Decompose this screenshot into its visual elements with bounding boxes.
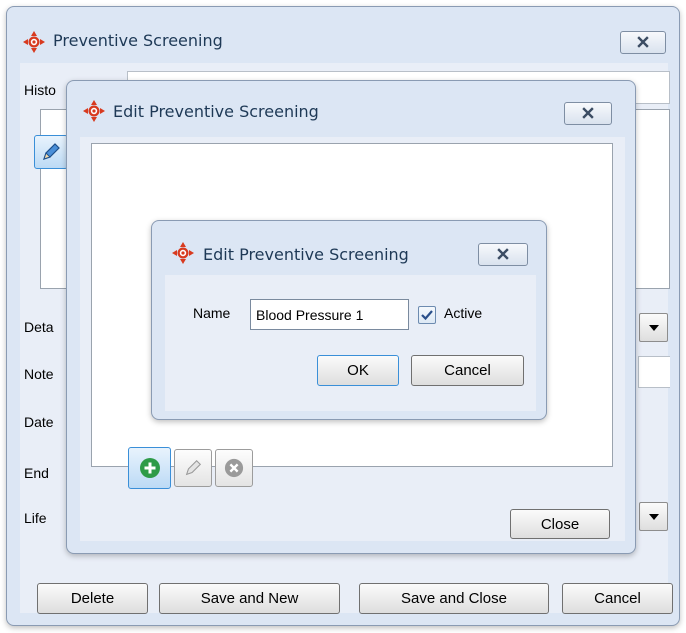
notes-field[interactable] — [638, 356, 670, 388]
remove-button[interactable] — [215, 449, 253, 487]
delete-button[interactable]: Delete — [37, 583, 148, 614]
close-icon — [637, 36, 649, 48]
details-label: Deta — [24, 319, 54, 335]
app-logo-icon — [172, 242, 194, 264]
edit-button[interactable] — [174, 449, 212, 487]
name-input-value: Blood Pressure 1 — [256, 306, 364, 323]
close-icon — [497, 248, 509, 260]
chevron-down-icon — [648, 324, 659, 331]
life-label: Life — [24, 510, 47, 526]
window-title: Preventive Screening — [53, 31, 223, 50]
active-checkbox[interactable] — [418, 306, 436, 324]
remove-icon — [224, 458, 244, 478]
close-button[interactable] — [478, 243, 528, 266]
close-window-button[interactable]: Close — [510, 509, 610, 539]
pencil-icon — [185, 459, 202, 476]
close-icon — [582, 107, 594, 119]
close-button[interactable] — [620, 31, 666, 54]
add-button[interactable] — [128, 447, 171, 489]
window-title: Edit Preventive Screening — [113, 102, 319, 121]
cancel-button[interactable]: Cancel — [411, 355, 524, 386]
end-label: End — [24, 465, 49, 481]
app-logo-icon — [83, 100, 105, 122]
close-button[interactable] — [564, 102, 612, 125]
checkmark-icon — [421, 310, 433, 321]
window-titlebar[interactable]: Edit Preventive Screening — [67, 81, 635, 139]
edit-history-button[interactable] — [34, 135, 68, 169]
ok-button[interactable]: OK — [317, 355, 399, 386]
name-label: Name — [193, 305, 231, 321]
save-and-new-button[interactable]: Save and New — [159, 583, 340, 614]
dialog-body: Name Blood Pressure 1 Active OK Cancel — [165, 275, 536, 411]
app-logo-icon — [23, 31, 45, 53]
dialog-titlebar[interactable]: Edit Preventive Screening — [152, 221, 546, 275]
life-dropdown[interactable] — [639, 502, 668, 531]
save-and-close-button[interactable]: Save and Close — [359, 583, 549, 614]
details-dropdown[interactable] — [639, 313, 668, 342]
date-label: Date — [24, 414, 54, 430]
pencil-icon — [43, 143, 60, 160]
dialog-title: Edit Preventive Screening — [203, 245, 409, 264]
add-icon — [139, 458, 160, 478]
window-titlebar[interactable]: Preventive Screening — [7, 7, 679, 61]
active-label: Active — [444, 305, 483, 321]
name-input[interactable]: Blood Pressure 1 — [250, 299, 409, 330]
cancel-button[interactable]: Cancel — [562, 583, 673, 614]
notes-label: Note — [24, 366, 54, 382]
edit-screening-dialog: Edit Preventive Screening Name Blood Pre… — [151, 220, 547, 420]
history-label: Histo — [24, 82, 56, 98]
chevron-down-icon — [648, 513, 659, 520]
